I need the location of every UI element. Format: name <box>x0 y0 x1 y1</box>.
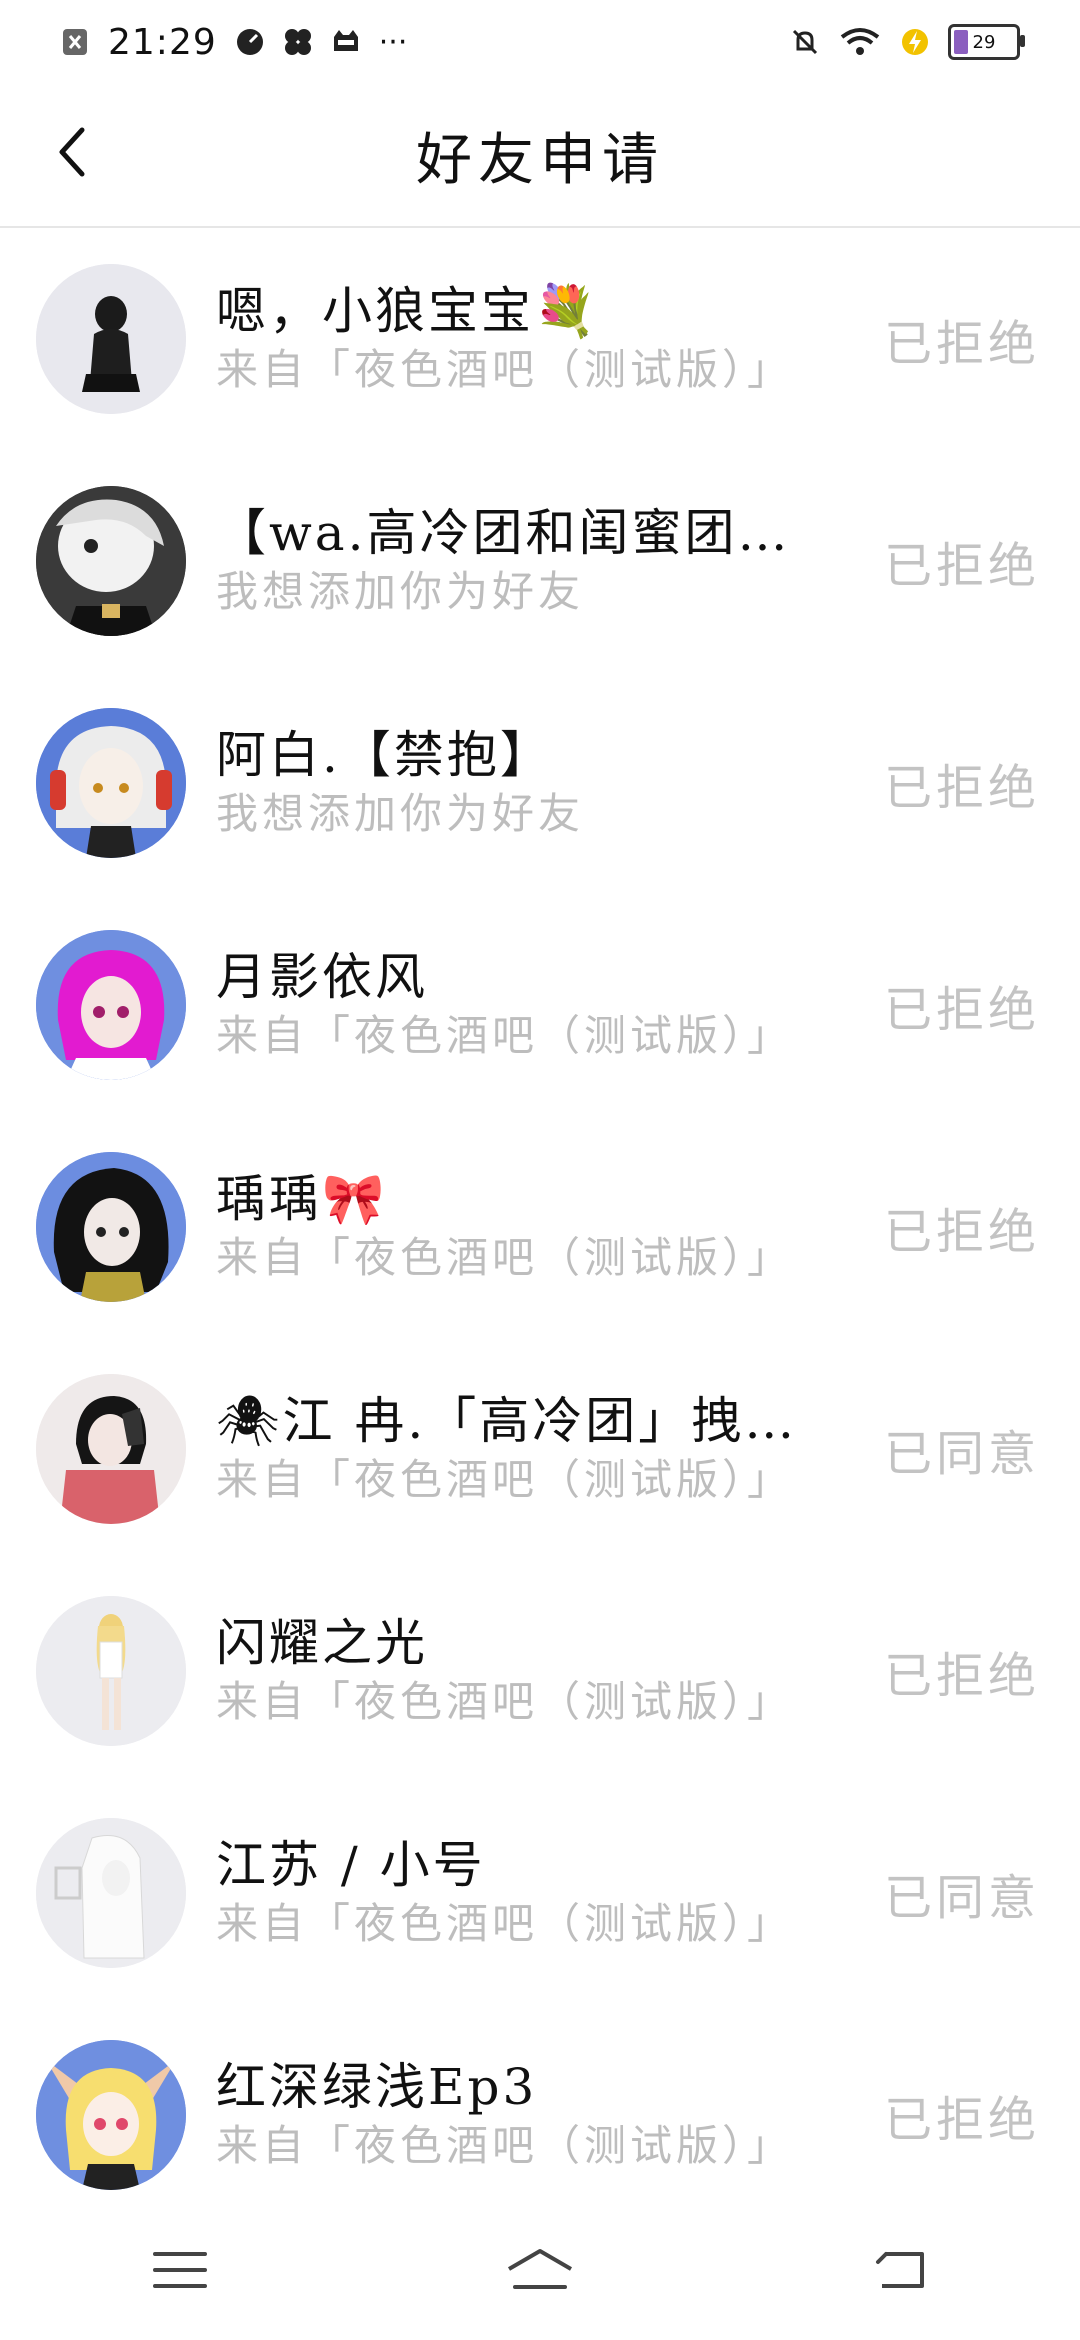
status-left: 21:29 ··· <box>60 22 407 63</box>
avatar[interactable] <box>36 264 186 414</box>
requester-name: 【wa.高冷团和闺蜜团😎】 <box>216 504 836 562</box>
app-notification-icon <box>236 29 263 55</box>
avatar[interactable] <box>36 2040 186 2190</box>
chevron-left-icon <box>59 127 85 177</box>
friend-request-item[interactable]: 月影依风 来自「夜色酒吧（测试版）」 已拒绝 <box>0 894 1080 1116</box>
back-nav-button[interactable] <box>855 2240 945 2300</box>
back-arrow-icon <box>876 2252 924 2288</box>
request-texts: 江苏 / 小号 来自「夜色酒吧（测试版）」 <box>216 1834 836 1952</box>
avatar[interactable] <box>36 930 186 1080</box>
system-nav-bar <box>0 2200 1080 2340</box>
request-message: 来自「夜色酒吧（测试版）」 <box>216 1455 794 1504</box>
request-texts: 闪耀之光 来自「夜色酒吧（测试版）」 <box>216 1612 836 1730</box>
avatar[interactable] <box>36 708 186 858</box>
requester-name: 月影依风 <box>216 948 428 1006</box>
avatar[interactable] <box>36 1818 186 1968</box>
status-right: 29 <box>790 24 1025 60</box>
friend-request-list: 嗯，小狼宝宝💐 来自「夜色酒吧（测试版）」 已拒绝 【wa.高冷团和闺蜜团😎】 … <box>0 228 1080 2226</box>
request-message: 来自「夜色酒吧（测试版）」 <box>216 345 794 394</box>
home-button[interactable] <box>495 2240 585 2300</box>
requester-name: 江苏 / 小号 <box>216 1836 486 1894</box>
battery-icon: 29 <box>948 24 1025 60</box>
friend-request-item[interactable]: 红深绿浅Ep3 来自「夜色酒吧（测试版）」 已拒绝 <box>0 2004 1080 2226</box>
avatar-image <box>36 1818 186 1968</box>
request-status: 已拒绝 <box>883 316 1040 372</box>
status-bar: 21:29 ··· 29 <box>0 0 1080 84</box>
request-status: 已拒绝 <box>883 1648 1040 1704</box>
avatar[interactable] <box>36 1374 186 1524</box>
request-status: 已拒绝 <box>883 760 1040 816</box>
request-message: 来自「夜色酒吧（测试版）」 <box>216 1677 794 1726</box>
request-status: 已拒绝 <box>883 982 1040 1038</box>
more-notifications: ··· <box>378 24 408 60</box>
friend-request-item[interactable]: 瑀瑀🎀 来自「夜色酒吧（测试版）」 已拒绝 <box>0 1116 1080 1338</box>
request-message: 来自「夜色酒吧（测试版）」 <box>216 1233 794 1282</box>
back-button[interactable] <box>44 124 100 180</box>
pinwheel-icon <box>284 29 311 55</box>
request-texts: 嗯，小狼宝宝💐 来自「夜色酒吧（测试版）」 <box>216 280 836 398</box>
request-status: 已拒绝 <box>883 1204 1040 1260</box>
avatar-image <box>36 1152 186 1302</box>
charging-icon <box>902 29 928 55</box>
avatar-image <box>36 264 186 414</box>
request-texts: 月影依风 来自「夜色酒吧（测试版）」 <box>216 946 836 1064</box>
request-message: 来自「夜色酒吧（测试版）」 <box>216 1011 794 1060</box>
avatar-image <box>36 1374 186 1524</box>
request-status: 已同意 <box>883 1426 1040 1482</box>
avatar-image <box>36 486 186 636</box>
avatar[interactable] <box>36 1152 186 1302</box>
request-message: 来自「夜色酒吧（测试版）」 <box>216 1899 794 1948</box>
request-status: 已拒绝 <box>883 2092 1040 2148</box>
avatar-image <box>36 1596 186 1746</box>
request-message: 我想添加你为好友 <box>216 567 585 616</box>
close-notification-icon <box>63 29 87 55</box>
avatar-image <box>36 708 186 858</box>
menu-button[interactable] <box>135 2240 225 2300</box>
wifi-icon <box>840 28 880 55</box>
cat-app-icon <box>333 30 358 51</box>
requester-name: 瑀瑀🎀 <box>216 1170 388 1228</box>
header: 好友申请 <box>0 84 1080 228</box>
avatar[interactable] <box>36 1596 186 1746</box>
friend-request-item[interactable]: 嗯，小狼宝宝💐 来自「夜色酒吧（测试版）」 已拒绝 <box>0 228 1080 450</box>
battery-level: 29 <box>972 31 996 53</box>
request-status: 已拒绝 <box>883 538 1040 594</box>
avatar-image <box>36 930 186 1080</box>
requester-name: 闪耀之光 <box>216 1614 428 1672</box>
request-texts: 红深绿浅Ep3 来自「夜色酒吧（测试版）」 <box>216 2056 836 2174</box>
request-message: 我想添加你为好友 <box>216 789 585 838</box>
request-texts: 【wa.高冷团和闺蜜团😎】 我想添加你为好友 <box>216 502 836 620</box>
home-icon <box>507 2249 573 2289</box>
avatar-image <box>36 2040 186 2190</box>
requester-name: 嗯，小狼宝宝💐 <box>216 282 600 340</box>
friend-request-item[interactable]: 闪耀之光 来自「夜色酒吧（测试版）」 已拒绝 <box>0 1560 1080 1782</box>
requester-name: 阿白.【禁抱】 <box>216 726 553 784</box>
requester-name: 🕷江 冉.「高冷团」拽… <box>216 1392 798 1450</box>
friend-request-item[interactable]: 【wa.高冷团和闺蜜团😎】 我想添加你为好友 已拒绝 <box>0 450 1080 672</box>
menu-icon <box>153 2252 207 2288</box>
request-message: 来自「夜色酒吧（测试版）」 <box>216 2121 794 2170</box>
request-texts: 阿白.【禁抱】 我想添加你为好友 <box>216 724 836 842</box>
friend-request-item[interactable]: 阿白.【禁抱】 我想添加你为好友 已拒绝 <box>0 672 1080 894</box>
request-texts: 🕷江 冉.「高冷团」拽… 来自「夜色酒吧（测试版）」 <box>216 1390 836 1508</box>
avatar[interactable] <box>36 486 186 636</box>
request-status: 已同意 <box>883 1870 1040 1926</box>
friend-request-item[interactable]: 江苏 / 小号 来自「夜色酒吧（测试版）」 已同意 <box>0 1782 1080 2004</box>
mute-bell-icon <box>792 29 818 55</box>
status-time: 21:29 <box>108 21 217 63</box>
page-title: 好友申请 <box>416 127 664 193</box>
requester-name: 红深绿浅Ep3 <box>216 2058 538 2116</box>
request-texts: 瑀瑀🎀 来自「夜色酒吧（测试版）」 <box>216 1168 836 1286</box>
friend-request-item[interactable]: 🕷江 冉.「高冷团」拽… 来自「夜色酒吧（测试版）」 已同意 <box>0 1338 1080 1560</box>
